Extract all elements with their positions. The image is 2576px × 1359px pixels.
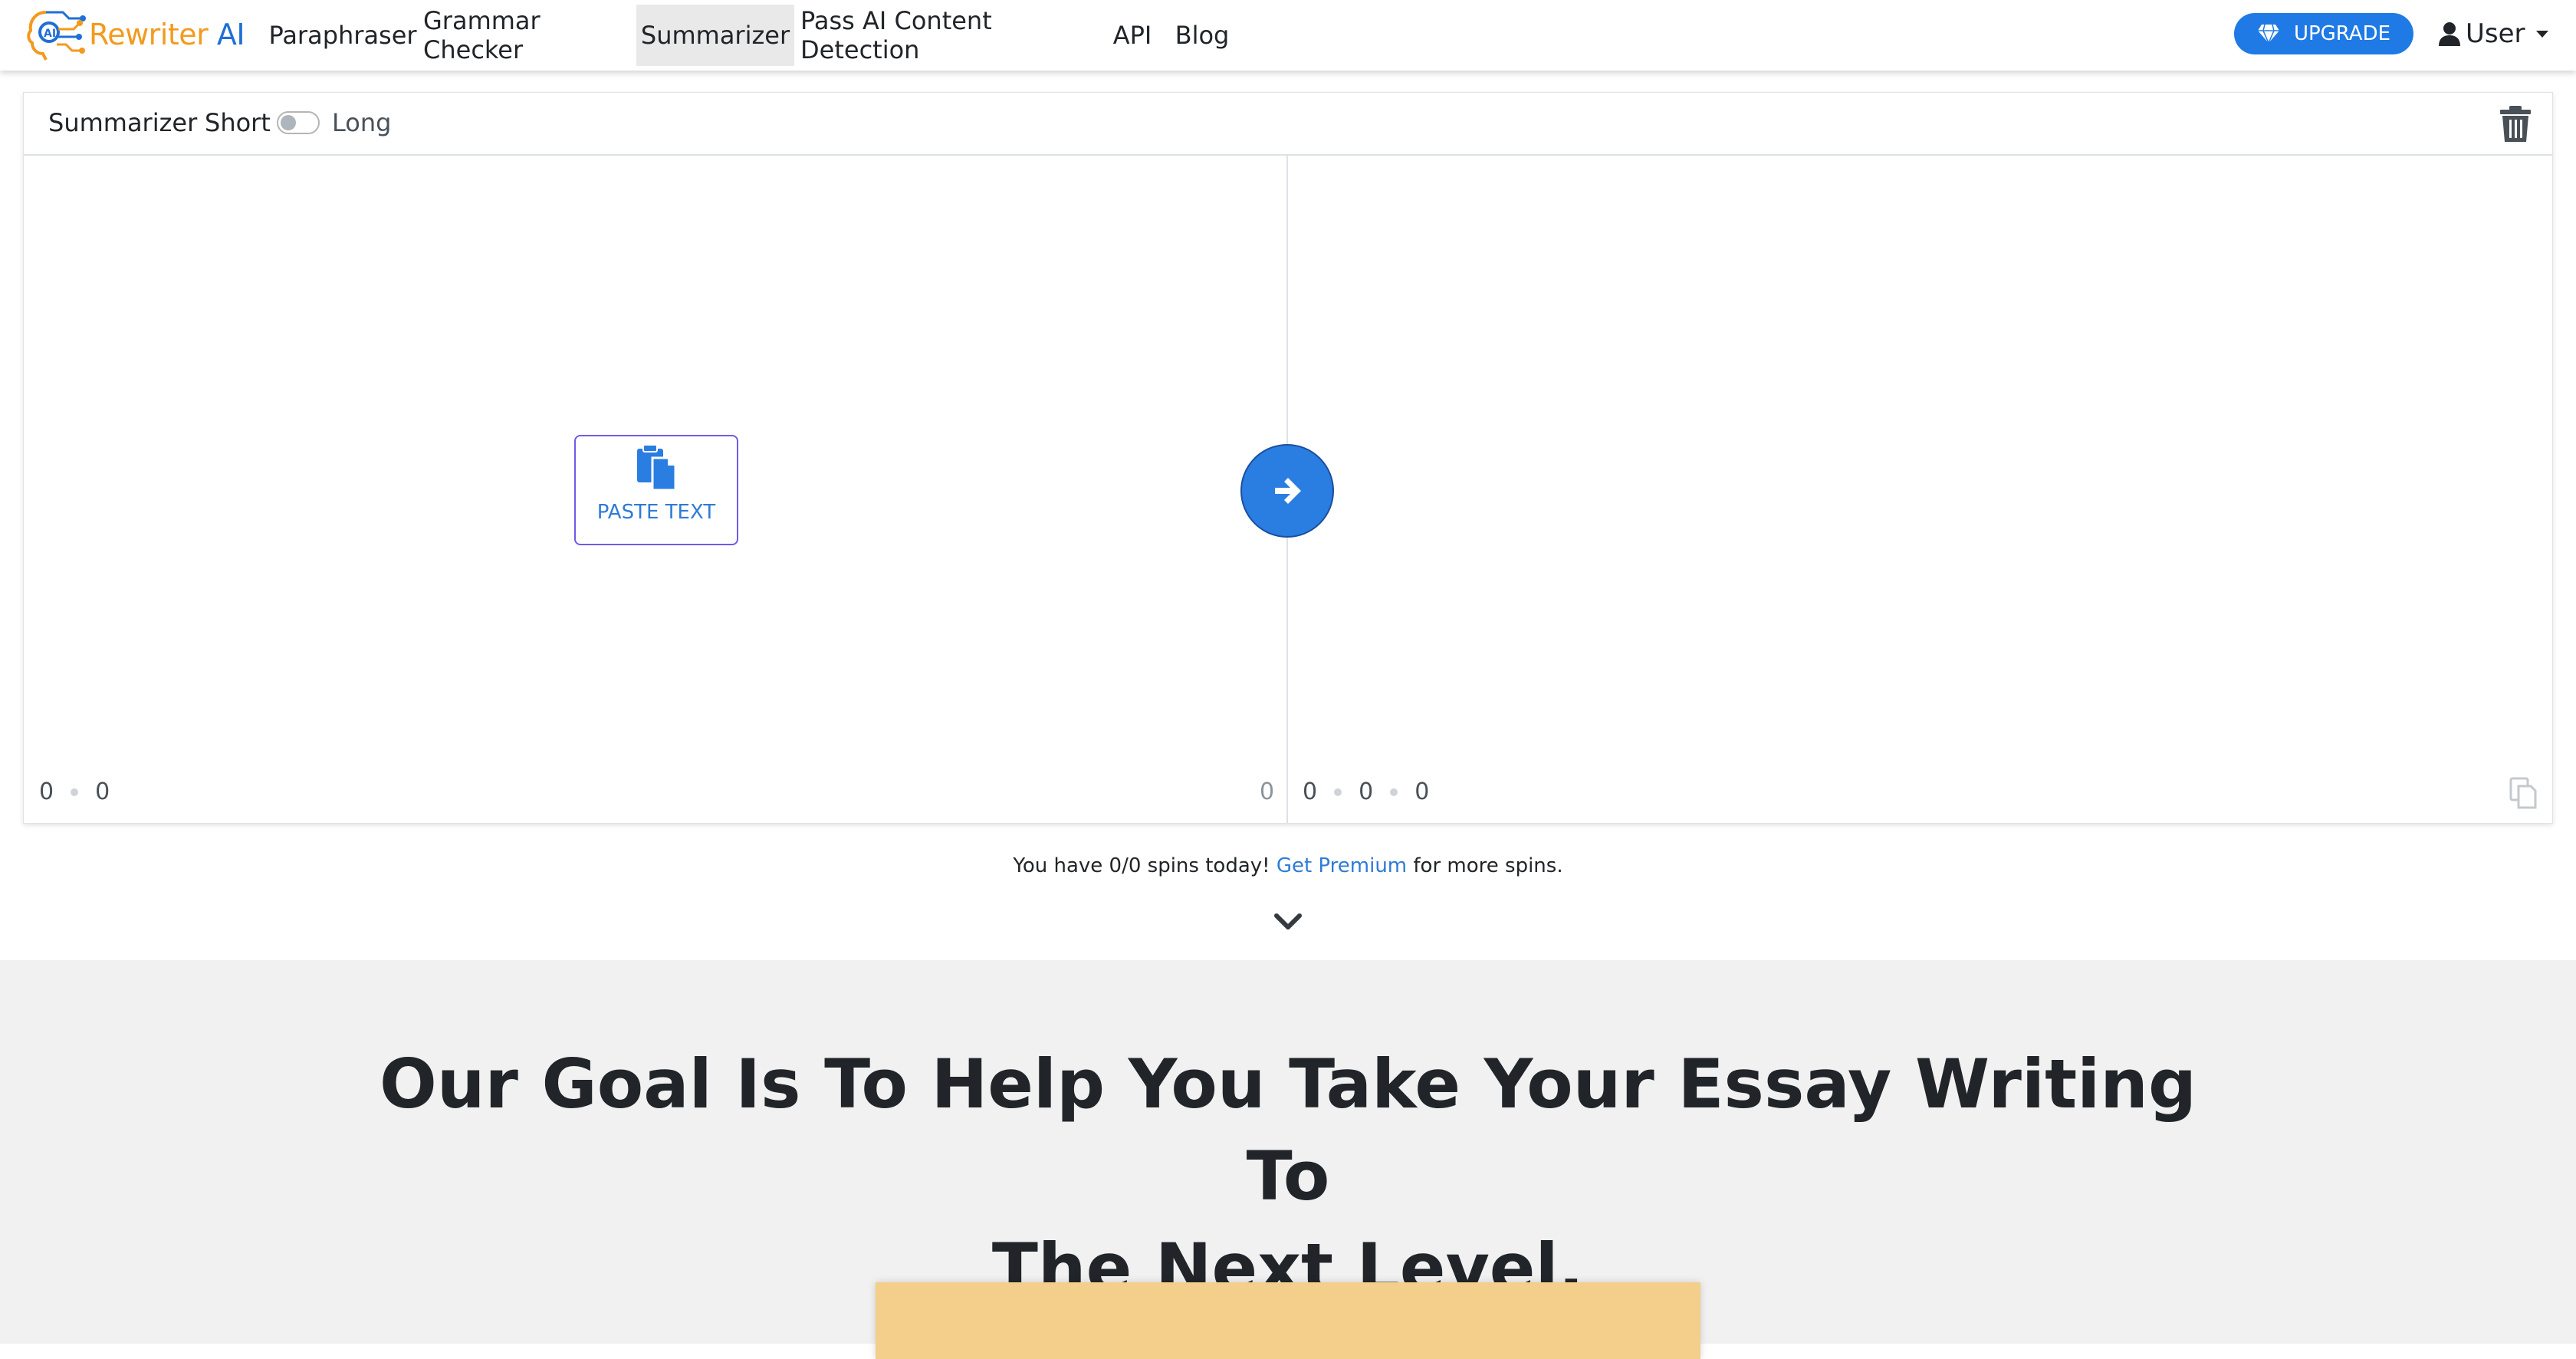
arrow-right-icon: [1275, 478, 1301, 504]
paste-text-button[interactable]: PASTE TEXT: [574, 435, 738, 545]
nav-summarizer[interactable]: Summarizer: [636, 5, 794, 66]
user-menu[interactable]: User: [2438, 12, 2548, 55]
summarize-button[interactable]: [1240, 444, 1334, 538]
chevron-down-icon[interactable]: [1274, 913, 1302, 933]
summarizer-card: Summarizer Short Long PASTE TEXT 0 0 0 0…: [23, 92, 2553, 824]
spins-notice: You have 0/0 spins today! Get Premium fo…: [0, 854, 2576, 877]
card-header: Summarizer Short Long: [24, 93, 2552, 156]
nav-pass-ai-content-detection[interactable]: Pass AI Content Detection: [800, 5, 1095, 66]
output-stat-2: 0: [1359, 778, 1374, 805]
upgrade-label: UPGRADE: [2293, 22, 2391, 45]
feature-card: [876, 1282, 1700, 1359]
user-label: User: [2466, 18, 2525, 49]
section-headline: Our Goal Is To Help You Take Your Essay …: [368, 1038, 2208, 1315]
input-stats: 0 0: [39, 778, 110, 805]
nav-paraphraser[interactable]: Paraphraser: [268, 5, 416, 66]
output-pane[interactable]: [1288, 156, 2554, 824]
tool-title: Summarizer: [48, 108, 198, 137]
get-premium-link[interactable]: Get Premium: [1276, 854, 1407, 877]
chevron-down-icon: [2535, 30, 2548, 38]
spins-text-suffix: for more spins.: [1407, 854, 1563, 877]
nav-grammar-checker[interactable]: Grammar Checker: [423, 5, 629, 66]
brand-name-part2: AI: [208, 18, 245, 51]
paste-text-label: PASTE TEXT: [596, 501, 716, 524]
stat-separator: [71, 788, 79, 796]
diamond-icon: [2257, 24, 2279, 44]
brand-name-part1: Rewriter: [89, 18, 209, 51]
brand-name: Rewriter AI: [89, 18, 245, 51]
length-option-short[interactable]: Short: [205, 108, 271, 137]
output-stats: 0 0 0: [1303, 778, 1429, 805]
headline-line-1: Our Goal Is To Help You Take Your Essay …: [380, 1045, 2196, 1216]
nav-blog[interactable]: Blog: [1170, 5, 1234, 66]
svg-text:AI: AI: [44, 28, 56, 40]
stat-separator: [1334, 788, 1342, 796]
input-word-count: 0: [39, 778, 54, 805]
length-toggle[interactable]: [277, 111, 320, 134]
logo-brain-icon: AI: [27, 11, 86, 61]
output-stat-1: 0: [1303, 778, 1318, 805]
toggle-knob: [281, 115, 296, 130]
user-icon: [2439, 22, 2460, 46]
brand-logo[interactable]: AI Rewriter AI: [23, 6, 245, 63]
input-char-count: 0: [1260, 778, 1275, 805]
trash-icon[interactable]: [2499, 105, 2532, 143]
clipboard-icon: [637, 444, 677, 492]
stat-separator: [1390, 788, 1398, 796]
length-option-long[interactable]: Long: [332, 108, 391, 137]
goal-section: Our Goal Is To Help You Take Your Essay …: [0, 960, 2576, 1359]
spins-text-prefix: You have 0/0 spins today!: [1013, 854, 1276, 877]
nav-api[interactable]: API: [1104, 5, 1161, 66]
output-stat-3: 0: [1414, 778, 1430, 805]
upgrade-button[interactable]: UPGRADE: [2234, 13, 2413, 54]
input-sentence-count: 0: [95, 778, 110, 805]
top-navbar: AI Rewriter AI Paraphraser Grammar Check…: [0, 0, 2576, 71]
copy-icon[interactable]: [2509, 777, 2537, 809]
